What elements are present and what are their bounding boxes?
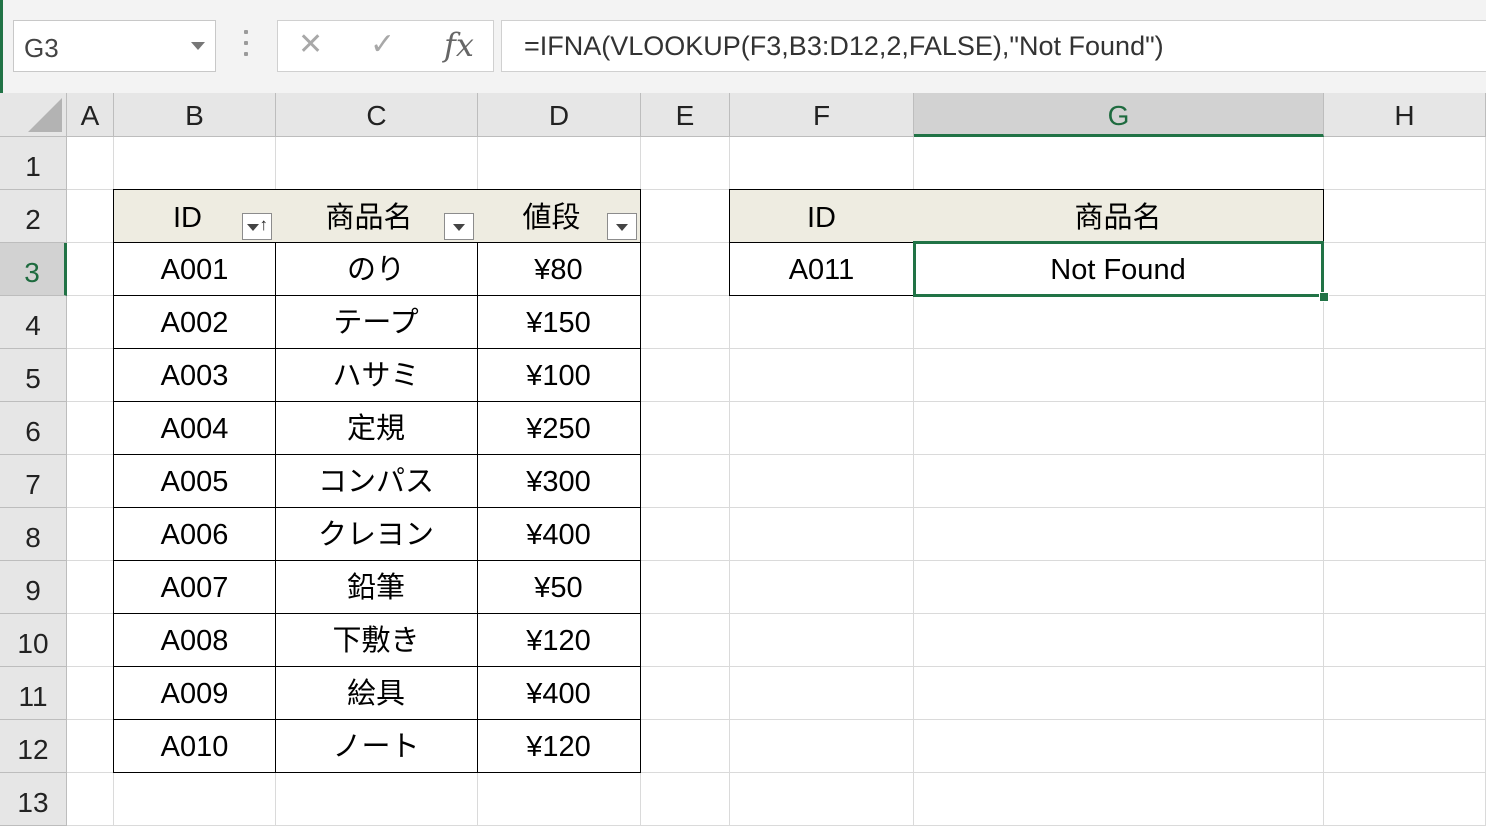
row-header-10[interactable]: 10 xyxy=(0,614,67,667)
row-header-7[interactable]: 7 xyxy=(0,455,67,508)
table-cell[interactable]: A005 xyxy=(113,454,276,508)
chevron-down-icon xyxy=(616,224,628,231)
row-header-9[interactable]: 9 xyxy=(0,561,67,614)
table-cell[interactable]: A004 xyxy=(113,401,276,455)
table-cell[interactable]: 定規 xyxy=(275,401,478,455)
table-cell[interactable]: A010 xyxy=(113,719,276,773)
table-cell[interactable]: ¥400 xyxy=(477,507,641,561)
table-cell[interactable]: ¥80 xyxy=(477,242,641,296)
table-cell[interactable]: ¥250 xyxy=(477,401,641,455)
column-header-c[interactable]: C xyxy=(276,93,478,137)
lookup-header-cell[interactable]: ID xyxy=(729,189,914,243)
row-header-3[interactable]: 3 xyxy=(0,243,67,296)
row-header-12[interactable]: 12 xyxy=(0,720,67,773)
table-cell[interactable]: A008 xyxy=(113,613,276,667)
formula-input[interactable]: =IFNA(VLOOKUP(F3,B3:D12,2,FALSE),"Not Fo… xyxy=(501,20,1486,72)
table-cell[interactable]: ¥150 xyxy=(477,295,641,349)
row-header-13[interactable]: 13 xyxy=(0,773,67,826)
column-header-f[interactable]: F xyxy=(730,93,914,137)
select-all-triangle-icon xyxy=(28,98,62,132)
table-cell[interactable]: ¥300 xyxy=(477,454,641,508)
column-header-h[interactable]: H xyxy=(1324,93,1486,137)
formula-text: =IFNA(VLOOKUP(F3,B3:D12,2,FALSE),"Not Fo… xyxy=(524,31,1164,61)
table-cell[interactable]: テープ xyxy=(275,295,478,349)
row-header-6[interactable]: 6 xyxy=(0,402,67,455)
name-box-value: G3 xyxy=(24,33,59,63)
fill-handle[interactable] xyxy=(1319,292,1329,302)
lookup-id-cell[interactable]: A011 xyxy=(729,242,914,296)
row-header-11[interactable]: 11 xyxy=(0,667,67,720)
table-cell[interactable]: A007 xyxy=(113,560,276,614)
table-cell[interactable]: A001 xyxy=(113,242,276,296)
table-cell[interactable]: ¥100 xyxy=(477,348,641,402)
sort-filter-button[interactable]: ↑ xyxy=(242,213,272,240)
table-cell[interactable]: 鉛筆 xyxy=(275,560,478,614)
chevron-down-icon[interactable] xyxy=(191,42,205,50)
table-header-cell[interactable]: 値段 xyxy=(477,189,641,243)
table-header-cell[interactable]: ID ↑ xyxy=(113,189,276,243)
column-header-a[interactable]: A xyxy=(67,93,114,137)
sort-ascending-icon: ↑ xyxy=(259,215,269,234)
column-header-g[interactable]: G xyxy=(914,93,1324,137)
table-cell[interactable]: 絵具 xyxy=(275,666,478,720)
table-cell[interactable]: ¥120 xyxy=(477,719,641,773)
table-cell[interactable]: A003 xyxy=(113,348,276,402)
active-cell-border[interactable] xyxy=(913,241,1324,297)
chevron-down-icon xyxy=(247,224,259,231)
table-header-cell[interactable]: 商品名 xyxy=(275,189,478,243)
formula-buttons: ✕ ✓ fx xyxy=(277,20,494,72)
filter-dropdown-button[interactable] xyxy=(607,213,637,240)
table-cell[interactable]: のり xyxy=(275,242,478,296)
table-cell[interactable]: A002 xyxy=(113,295,276,349)
row-header-1[interactable]: 1 xyxy=(0,137,67,190)
column-header-d[interactable]: D xyxy=(478,93,641,137)
table-cell[interactable]: ¥50 xyxy=(477,560,641,614)
drag-handle-icon[interactable] xyxy=(244,30,248,58)
chevron-down-icon xyxy=(453,224,465,231)
column-header-b[interactable]: B xyxy=(114,93,276,137)
table-cell[interactable]: ¥120 xyxy=(477,613,641,667)
column-header-e[interactable]: E xyxy=(641,93,730,137)
formula-bar: G3 ✕ ✓ fx =IFNA(VLOOKUP(F3,B3:D12,2,FALS… xyxy=(0,0,1486,93)
table-cell[interactable]: 下敷き xyxy=(275,613,478,667)
table-cell[interactable]: ノート xyxy=(275,719,478,773)
select-all-button[interactable] xyxy=(0,93,67,137)
cancel-icon[interactable]: ✕ xyxy=(298,30,323,60)
insert-function-icon[interactable]: fx xyxy=(444,27,474,63)
table-cell[interactable]: ¥400 xyxy=(477,666,641,720)
filter-dropdown-button[interactable] xyxy=(444,213,474,240)
table-cell[interactable]: コンパス xyxy=(275,454,478,508)
row-header-5[interactable]: 5 xyxy=(0,349,67,402)
enter-icon[interactable]: ✓ xyxy=(370,30,395,60)
row-header-2[interactable]: 2 xyxy=(0,190,67,243)
table-cell[interactable]: ハサミ xyxy=(275,348,478,402)
row-header-4[interactable]: 4 xyxy=(0,296,67,349)
name-box[interactable]: G3 xyxy=(13,20,216,72)
row-header-8[interactable]: 8 xyxy=(0,508,67,561)
lookup-header-cell[interactable]: 商品名 xyxy=(913,189,1324,243)
table-cell[interactable]: クレヨン xyxy=(275,507,478,561)
table-cell[interactable]: A006 xyxy=(113,507,276,561)
table-cell[interactable]: A009 xyxy=(113,666,276,720)
